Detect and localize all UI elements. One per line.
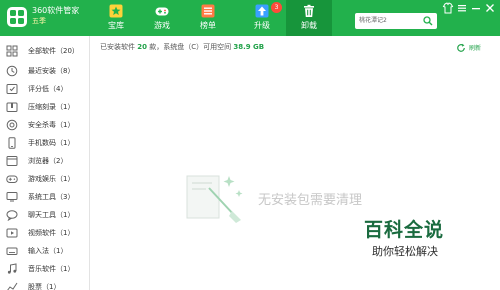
sidebar-item-label: 最近安装（8） [28, 67, 75, 75]
title-bar: 360软件管家 五季 宝库 游戏 榜单 3 升级 卸载 桃花潭记2 [0, 0, 500, 36]
sidebar-item-security[interactable]: 安全杀毒（1） [0, 116, 90, 134]
sidebar-item-stocks[interactable]: 股票（1） [0, 278, 90, 290]
sidebar-item-archive[interactable]: 压缩刻录（1） [0, 98, 90, 116]
sidebar-item-label: 输入法（1） [28, 247, 68, 255]
skin-icon[interactable] [442, 2, 454, 14]
music-icon [7, 263, 17, 274]
tab-label: 游戏 [154, 21, 170, 30]
sidebar-item-browser[interactable]: 浏览器（2） [0, 152, 90, 170]
sidebar-item-label: 系统工具（3） [28, 193, 75, 201]
sidebar-item-label: 安全杀毒（1） [28, 121, 75, 129]
star-icon [109, 4, 123, 18]
search-placeholder: 桃花潭记2 [359, 17, 387, 24]
empty-broom-illustration-icon [186, 175, 243, 223]
sidebar-item-label: 聊天工具（1） [28, 211, 75, 219]
app-edition: 五季 [32, 17, 46, 25]
tab-label: 宝库 [108, 21, 124, 30]
browser-icon [6, 156, 18, 166]
gamepad-icon [155, 7, 169, 16]
sidebar-item-recent[interactable]: 最近安装（8） [0, 62, 90, 80]
sidebar-item-low-rating[interactable]: 评分低（4） [0, 80, 90, 98]
tab-treasury[interactable]: 宝库 [93, 0, 139, 36]
sidebar-item-label: 浏览器（2） [28, 157, 68, 165]
sidebar-item-label: 压缩刻录（1） [28, 103, 75, 111]
close-icon[interactable] [484, 2, 496, 14]
tab-label: 升级 [254, 21, 270, 30]
sidebar-item-label: 视频软件（1） [28, 229, 75, 237]
menu-icon[interactable] [456, 2, 468, 14]
app-name: 360软件管家 [32, 6, 80, 15]
tab-label: 榜单 [200, 21, 216, 30]
sidebar-item-system-tools[interactable]: 系统工具（3） [0, 188, 90, 206]
sidebar-item-label: 手机数码（1） [28, 139, 75, 147]
tab-uninstall[interactable]: 卸载 [286, 0, 332, 36]
install-summary: 已安装软件 20 款，系统盘（C）可用空间 38.9 GB [100, 41, 264, 53]
sidebar-item-label: 音乐软件（1） [28, 265, 75, 273]
sidebar-item-input-method[interactable]: 输入法（1） [0, 242, 90, 260]
watermark-subtitle: 助你轻松解决 [372, 245, 438, 258]
app-logo-icon [7, 7, 27, 27]
keyboard-icon [6, 247, 18, 255]
video-icon [6, 228, 18, 238]
archive-icon [6, 102, 18, 112]
watermark-title: 百科全说 [364, 219, 445, 241]
search-icon[interactable] [423, 16, 433, 26]
phone-icon [8, 137, 16, 149]
summary-middle: 款，系统盘（C）可用空间 [149, 43, 232, 51]
sidebar-item-video[interactable]: 视频软件（1） [0, 224, 90, 242]
tab-games[interactable]: 游戏 [139, 0, 185, 36]
sidebar-item-label: 股票（1） [28, 283, 61, 290]
sidebar-item-label: 全部软件（20） [28, 47, 79, 55]
sidebar-item-all[interactable]: 全部软件（20） [0, 42, 90, 60]
refresh-button[interactable]: 刷新 [456, 43, 496, 55]
tab-ranking[interactable]: 榜单 [185, 0, 231, 36]
sidebar-item-label: 评分低（4） [28, 85, 68, 93]
gamepad-icon [6, 175, 18, 183]
stock-icon [7, 282, 18, 290]
rating-icon [6, 84, 18, 94]
sidebar-item-chat[interactable]: 聊天工具（1） [0, 206, 90, 224]
sidebar-item-label: 游戏娱乐（1） [28, 175, 75, 183]
refresh-icon [457, 43, 465, 52]
clock-icon [6, 65, 18, 77]
category-sidebar: 全部软件（20） 最近安装（8） 评分低（4） 压缩刻录（1） 安全杀毒（1） [0, 36, 90, 290]
ranking-icon [201, 4, 215, 18]
installed-count: 20 [137, 43, 147, 51]
minimize-icon[interactable] [470, 2, 482, 14]
app-brand: 360软件管家 五季 [32, 6, 79, 26]
summary-prefix: 已安装软件 [100, 43, 135, 51]
refresh-label: 刷新 [469, 45, 482, 52]
shield-icon [6, 119, 18, 131]
tab-upgrade[interactable]: 3 升级 [239, 0, 285, 36]
free-space-value: 38.9 GB [233, 43, 265, 51]
sidebar-item-mobile[interactable]: 手机数码（1） [0, 134, 90, 152]
chat-icon [6, 210, 18, 221]
grid-icon [6, 45, 18, 57]
trash-icon [304, 4, 314, 17]
tab-label: 卸载 [301, 21, 317, 30]
sidebar-item-games[interactable]: 游戏娱乐（1） [0, 170, 90, 188]
search-input[interactable]: 桃花潭记2 [355, 13, 437, 29]
upgrade-icon [255, 4, 269, 18]
upgrade-count-badge: 3 [271, 2, 282, 13]
tools-icon [6, 192, 18, 202]
sidebar-item-music[interactable]: 音乐软件（1） [0, 260, 90, 278]
empty-message: 无安装包需要清理 [258, 193, 363, 208]
